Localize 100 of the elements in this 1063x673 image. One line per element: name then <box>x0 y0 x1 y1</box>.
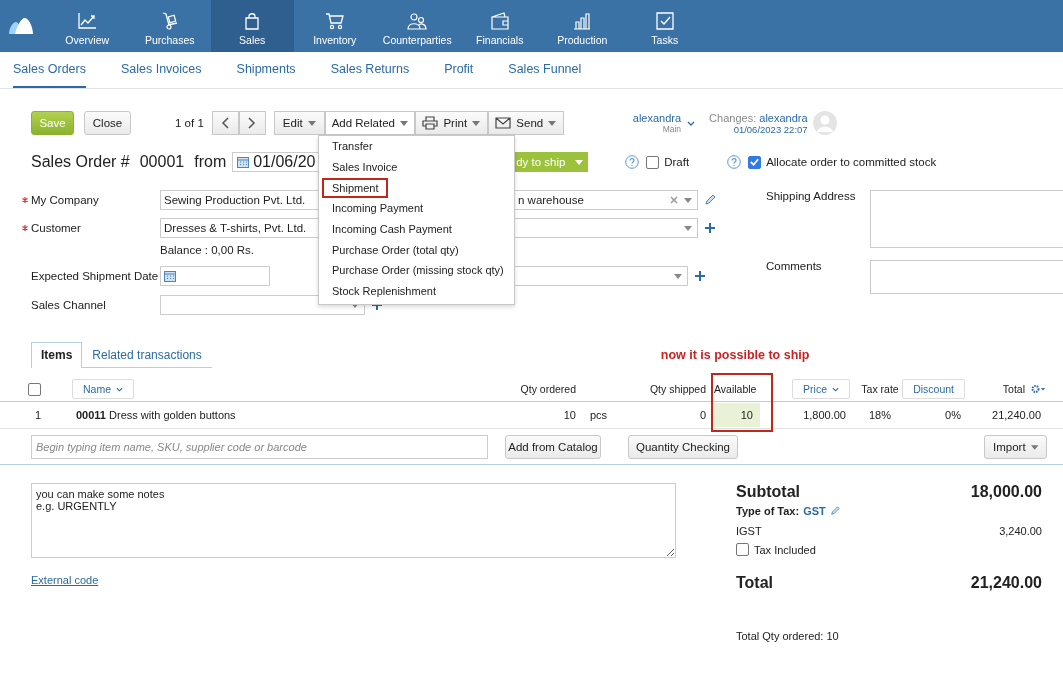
people-icon <box>407 12 428 30</box>
close-button[interactable]: Close <box>84 111 131 135</box>
line-chart-icon <box>77 12 98 30</box>
annotation-text: now it is possible to ship <box>660 348 810 362</box>
total-label: Total <box>736 574 774 592</box>
nav-tab[interactable]: Purchases <box>128 0 211 52</box>
item-search-field[interactable]: Begin typing item name, SKU, supplier code or barcode <box>31 435 488 459</box>
allocate-label: Allocate order to committed stock <box>766 156 937 168</box>
plus-icon[interactable] <box>704 222 716 234</box>
previous-button[interactable] <box>211 111 239 135</box>
external-code-link[interactable]: External code <box>31 574 99 586</box>
table-cell-text: 0% <box>944 409 962 421</box>
nav-tab[interactable]: Sales <box>211 0 294 52</box>
nav-tab[interactable]: Production <box>541 0 624 52</box>
table-cell-text: pcs <box>589 409 609 421</box>
toolbar-menu-button[interactable]: Add Related <box>324 111 415 135</box>
date-field[interactable] <box>160 266 270 286</box>
caret-icon <box>684 225 692 231</box>
sub-tab[interactable]: Shipments <box>236 52 296 88</box>
settings-icon[interactable] <box>1031 384 1045 394</box>
user-menu[interactable]: alexandra Main <box>632 112 696 134</box>
items-tab[interactable]: Items <box>31 342 83 368</box>
comments-field[interactable] <box>870 260 1063 294</box>
allocate-checkbox[interactable] <box>748 155 762 169</box>
column-header: Qty ordered <box>519 383 577 395</box>
column-sort-button[interactable]: Price <box>792 379 850 399</box>
select-all-checkbox[interactable] <box>28 382 41 396</box>
field-label: Shipping Address <box>766 190 857 204</box>
shipping-address-field[interactable] <box>870 190 1063 248</box>
caret-icon <box>674 273 682 279</box>
highlight-frame <box>711 373 773 432</box>
table-cell-text: 1,800.00 <box>802 409 847 421</box>
toolbar-menu-button[interactable]: Print <box>414 111 488 135</box>
order-title: Sales Order # <box>31 153 130 171</box>
pencil-icon[interactable] <box>704 194 716 206</box>
caret-icon <box>307 120 316 126</box>
table-cell-text: 18% <box>868 409 892 421</box>
field-label: Customer <box>31 222 82 234</box>
draft-label: Draft <box>664 156 690 168</box>
field-label: Sales Channel <box>31 299 107 311</box>
toolbar-menu-button[interactable]: Send <box>487 111 564 135</box>
notes-field[interactable]: you can make some notes e.g. URGENTLY <box>31 483 676 558</box>
menu-item[interactable]: Purchase Order (total qty) <box>322 239 469 260</box>
menu-item[interactable]: Shipment <box>322 177 389 198</box>
next-button[interactable] <box>238 111 266 135</box>
quantity-checking-button[interactable]: Quantity Checking <box>628 435 738 459</box>
column-header: Tax rate <box>860 383 900 395</box>
nav-tab[interactable]: Inventory <box>293 0 376 52</box>
sub-tab[interactable]: Sales Orders <box>13 52 86 88</box>
changes-user-link[interactable]: alexandra <box>759 111 808 124</box>
bar-chart-icon <box>572 12 593 30</box>
sub-tab[interactable]: Sales Returns <box>330 52 410 88</box>
clear-icon[interactable] <box>670 196 678 204</box>
nav-tab[interactable]: Overview <box>46 0 129 52</box>
sub-tab[interactable]: Sales Funnel <box>508 52 582 88</box>
chevron-left-icon <box>221 117 230 129</box>
import-button[interactable]: Import <box>984 435 1047 459</box>
order-number: 00001 <box>139 153 185 171</box>
chevron-down-icon <box>116 386 123 392</box>
menu-item[interactable]: Stock Replenishment <box>322 281 446 302</box>
field-label: Expected Shipment Date <box>31 270 160 282</box>
item-name-cell-text: 00011 Dress with golden buttons <box>75 409 237 421</box>
changes-label: Changes: <box>709 111 757 124</box>
toolbar-menu-button[interactable]: Edit <box>273 111 325 135</box>
column-header: Available <box>713 383 758 395</box>
tax-included-checkbox[interactable] <box>736 543 749 556</box>
wallet-icon <box>489 12 510 30</box>
balance-text: Balance : 0,00 Rs. <box>160 244 254 256</box>
sub-tab[interactable]: Sales Invoices <box>120 52 202 88</box>
caret-icon <box>575 159 584 165</box>
add-from-catalog-button[interactable]: Add from Catalog <box>505 435 601 459</box>
nav-tab[interactable]: Counterparties <box>376 0 459 52</box>
subtotal-label: Subtotal <box>736 483 800 501</box>
items-tab[interactable]: Related transactions <box>82 342 212 367</box>
draft-checkbox[interactable] <box>646 155 660 169</box>
column-sort-button[interactable]: Name <box>72 379 134 399</box>
tax-type-link[interactable]: GST <box>803 505 826 517</box>
nav-tab[interactable]: Tasks <box>623 0 706 52</box>
pencil-icon[interactable] <box>829 506 840 516</box>
available-cell: 10 <box>713 403 760 427</box>
chevron-right-icon <box>248 117 257 129</box>
pager-text: 1 of 1 <box>175 117 204 129</box>
avatar-icon <box>812 111 837 135</box>
chevron-down-icon <box>687 120 696 126</box>
column-header-button[interactable]: Discount <box>902 379 965 399</box>
caret-icon <box>472 120 481 126</box>
menu-item[interactable]: Purchase Order (missing stock qty) <box>322 260 514 281</box>
tax-type-label: Type of Tax: <box>736 505 800 517</box>
from-label: from <box>194 153 227 171</box>
nav-tab[interactable]: Financials <box>458 0 541 52</box>
caret-icon <box>684 197 692 203</box>
total-value: 21,240.00 <box>970 574 1042 592</box>
caret-icon <box>399 120 408 126</box>
printer-icon <box>422 116 439 130</box>
plus-icon[interactable] <box>694 270 706 282</box>
sub-tab[interactable]: Profit <box>444 52 474 88</box>
help-icon[interactable] <box>727 155 742 169</box>
help-icon[interactable] <box>625 155 640 169</box>
column-header: Qty shipped <box>648 383 707 395</box>
logo-icon[interactable] <box>8 16 34 36</box>
